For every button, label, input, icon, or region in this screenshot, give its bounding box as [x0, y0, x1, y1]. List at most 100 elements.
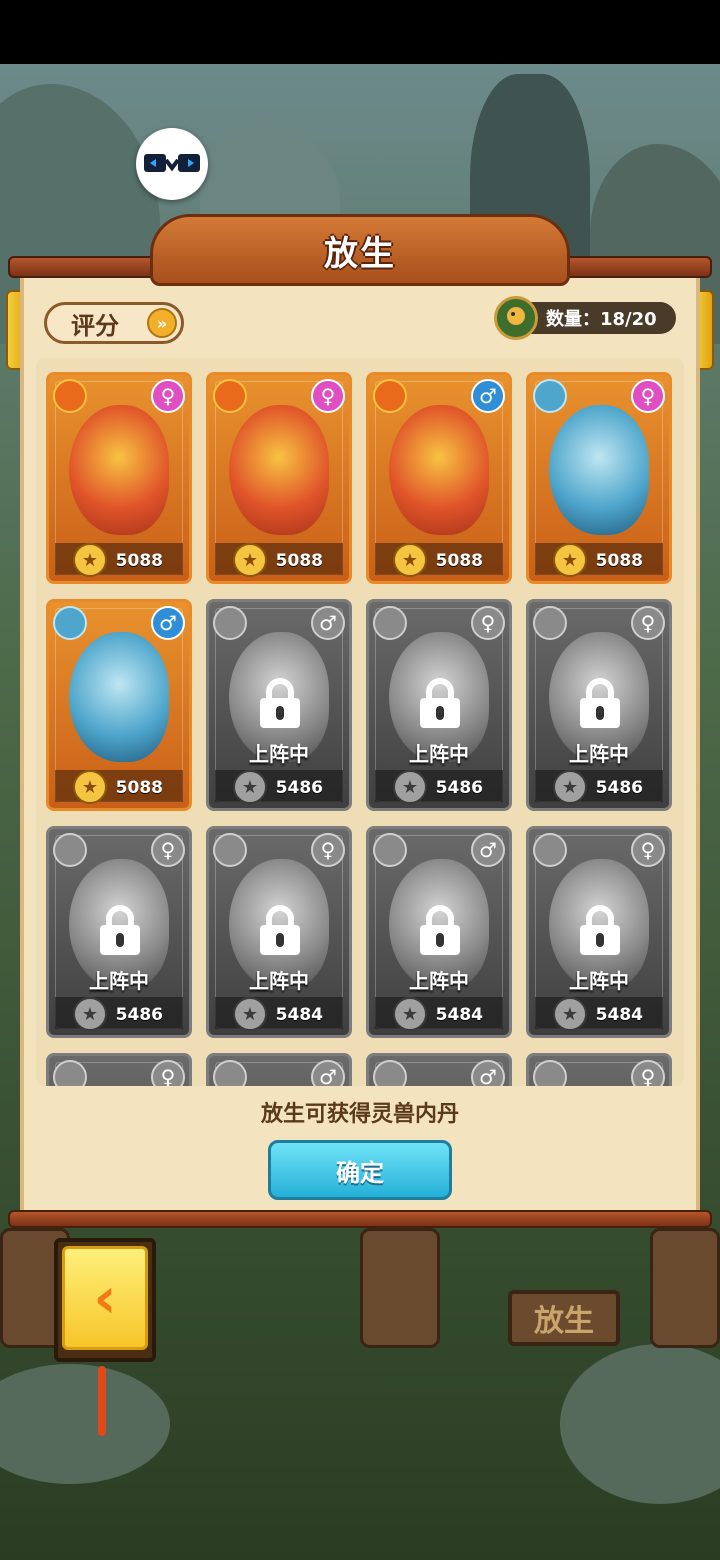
- beast-score: 5484: [275, 1005, 323, 1025]
- beast-score: 5088: [115, 551, 163, 571]
- beast-card[interactable]: ♀ ★ 5088: [46, 372, 192, 584]
- beast-avatar: [533, 379, 567, 413]
- lock-icon: [420, 678, 460, 728]
- deployed-label: 上阵中: [569, 969, 629, 993]
- lock-icon: [260, 905, 300, 955]
- beast-avatar: [373, 606, 407, 640]
- beast-score: 5486: [435, 778, 483, 798]
- beast-avatar: [373, 833, 407, 867]
- star-icon: ★: [393, 997, 427, 1031]
- beast-avatar: [53, 606, 87, 640]
- beast-score: 5088: [595, 551, 643, 571]
- beast-score: 5088: [115, 778, 163, 798]
- male-icon: ♂: [311, 606, 345, 640]
- panel-title-plate: 放生: [150, 214, 570, 286]
- beast-card[interactable]: ♀ ★ 5484 上阵中: [206, 826, 352, 1038]
- beast-avatar: [213, 379, 247, 413]
- beast-avatar: [213, 1060, 247, 1086]
- beast-avatar: [53, 379, 87, 413]
- beast-card[interactable]: ♂: [366, 1053, 512, 1086]
- phoenix-image: [389, 405, 489, 535]
- beast-score: 5486: [275, 778, 323, 798]
- star-icon: ★: [233, 543, 267, 577]
- confirm-button[interactable]: 确定: [268, 1140, 452, 1200]
- beast-avatar: [533, 1060, 567, 1086]
- tassel: [98, 1366, 106, 1436]
- star-icon: ★: [553, 543, 587, 577]
- star-icon: ★: [553, 997, 587, 1031]
- male-icon: ♂: [471, 1060, 505, 1086]
- star-icon: ★: [393, 543, 427, 577]
- lock-icon: [420, 905, 460, 955]
- star-icon: ★: [393, 770, 427, 804]
- star-icon: ★: [233, 770, 267, 804]
- release-hint: 放生可获得灵兽内丹: [260, 1102, 459, 1127]
- release-sign: 放生: [508, 1290, 620, 1346]
- deployed-label: 上阵中: [249, 969, 309, 993]
- beast-grid[interactable]: ♀ ★ 5088 ♀ ★ 5088 ♂ ★ 5088 ♀ ★ 5088 ♂ ★ 5088 ♂ ★ 5486 上阵中 ♀…: [36, 358, 684, 1086]
- panel-title: 放生: [324, 233, 396, 274]
- star-icon: ★: [233, 997, 267, 1031]
- lock-icon: [580, 905, 620, 955]
- beast-avatar: [533, 833, 567, 867]
- rock: [560, 1344, 720, 1504]
- phoenix-image: [229, 405, 329, 535]
- male-icon: ♂: [311, 1060, 345, 1086]
- lock-icon: [580, 678, 620, 728]
- beast-card[interactable]: ♀: [526, 1053, 672, 1086]
- deployed-label: 上阵中: [409, 969, 469, 993]
- beast-card[interactable]: ♀ ★ 5486 上阵中: [46, 826, 192, 1038]
- beast-card[interactable]: ♂ ★ 5486 上阵中: [206, 599, 352, 811]
- deployed-label: 上阵中: [569, 742, 629, 766]
- beast-avatar: [533, 606, 567, 640]
- sort-label: 评分: [71, 311, 119, 340]
- beast-avatar: [373, 379, 407, 413]
- beast-card[interactable]: ♀ ★ 5088: [526, 372, 672, 584]
- beast-card[interactable]: ♂ ★ 5088: [46, 599, 192, 811]
- deployed-label: 上阵中: [409, 742, 469, 766]
- female-icon: ♀: [631, 379, 665, 413]
- confirm-label: 确定: [336, 1158, 384, 1187]
- beast-card[interactable]: ♀ ★ 5486 上阵中: [366, 599, 512, 811]
- male-icon: ♂: [151, 606, 185, 640]
- female-icon: ♀: [151, 833, 185, 867]
- beast-icon: [494, 296, 538, 340]
- status-bar: [0, 0, 720, 64]
- phoenix-image: [69, 405, 169, 535]
- sort-button[interactable]: 评分 »: [44, 302, 184, 344]
- beast-card[interactable]: ♀ ★ 5484 上阵中: [526, 826, 672, 1038]
- scroll-rod-bottom: [8, 1210, 712, 1228]
- beast-avatar: [373, 1060, 407, 1086]
- fence-post: [650, 1228, 720, 1348]
- vr-glasses-icon: [144, 154, 200, 172]
- female-icon: ♀: [631, 1060, 665, 1086]
- beast-avatar: [213, 606, 247, 640]
- female-icon: ♀: [631, 833, 665, 867]
- beast-score: 5088: [435, 551, 483, 571]
- beast-avatar: [53, 833, 87, 867]
- beast-avatar: [53, 1060, 87, 1086]
- back-button[interactable]: ‹: [62, 1246, 148, 1350]
- beast-card[interactable]: ♂ ★ 5088: [366, 372, 512, 584]
- beast-card[interactable]: ♀ ★ 5486 上阵中: [526, 599, 672, 811]
- beast-score: 5486: [595, 778, 643, 798]
- deployed-label: 上阵中: [249, 742, 309, 766]
- female-icon: ♀: [631, 606, 665, 640]
- male-icon: ♂: [471, 833, 505, 867]
- female-icon: ♀: [151, 1060, 185, 1086]
- beast-score: 5484: [595, 1005, 643, 1025]
- female-icon: ♀: [151, 379, 185, 413]
- fence-post: [360, 1228, 440, 1348]
- beast-card[interactable]: ♀: [46, 1053, 192, 1086]
- dragon-image: [549, 405, 649, 535]
- beast-card[interactable]: ♂ ★ 5484 上阵中: [366, 826, 512, 1038]
- male-icon: ♂: [471, 379, 505, 413]
- beast-card[interactable]: ♂: [206, 1053, 352, 1086]
- beast-score: 5088: [275, 551, 323, 571]
- deployed-label: 上阵中: [89, 969, 149, 993]
- vr-glasses-button[interactable]: [136, 128, 208, 200]
- rock: [0, 1364, 170, 1484]
- beast-card[interactable]: ♀ ★ 5088: [206, 372, 352, 584]
- beast-score: 5484: [435, 1005, 483, 1025]
- star-icon: ★: [73, 770, 107, 804]
